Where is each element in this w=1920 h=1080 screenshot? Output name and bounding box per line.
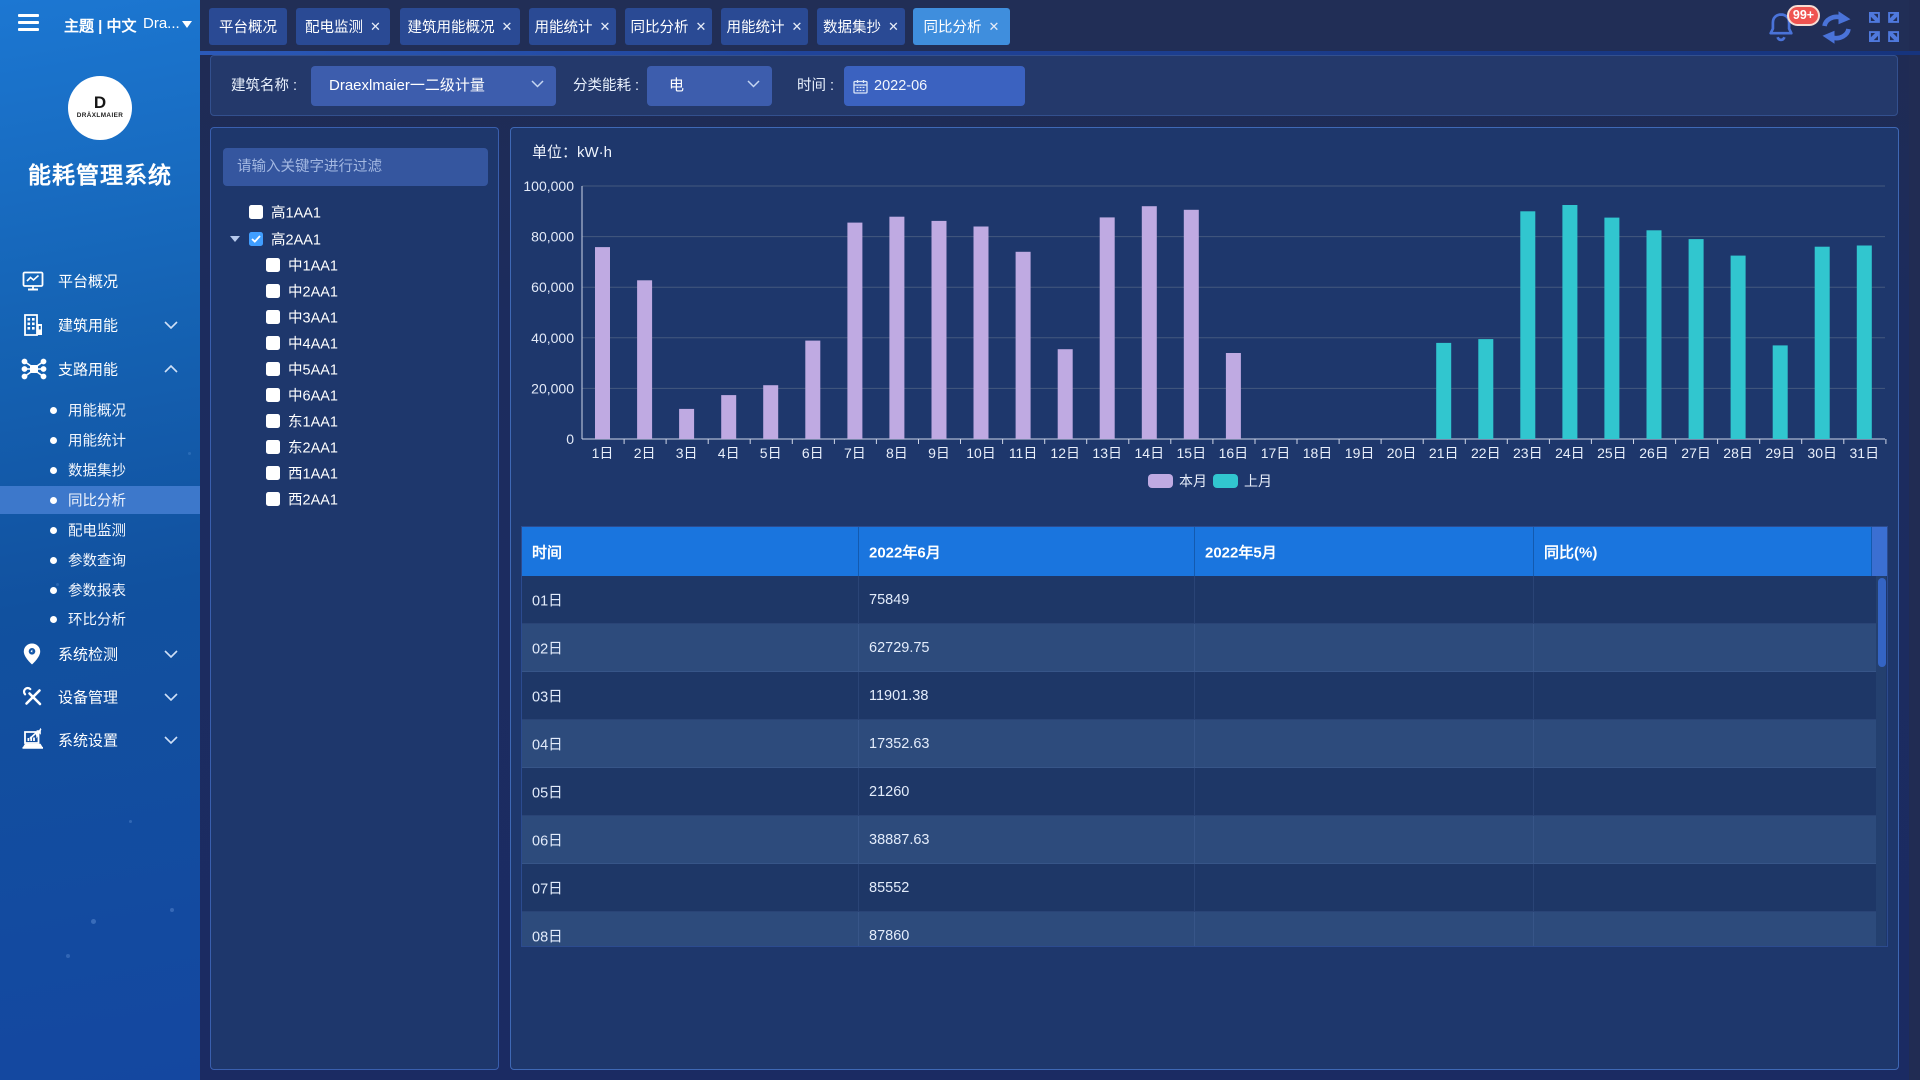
svg-text:5日: 5日 — [760, 445, 782, 461]
svg-text:40,000: 40,000 — [531, 330, 574, 346]
svg-text:18日: 18日 — [1303, 445, 1333, 461]
svg-text:26日: 26日 — [1639, 445, 1669, 461]
svg-text:25日: 25日 — [1597, 445, 1627, 461]
svg-text:8日: 8日 — [886, 445, 908, 461]
svg-text:上月: 上月 — [1244, 473, 1272, 489]
svg-text:13日: 13日 — [1092, 445, 1122, 461]
svg-text:9日: 9日 — [928, 445, 950, 461]
svg-text:27日: 27日 — [1681, 445, 1711, 461]
svg-text:28日: 28日 — [1723, 445, 1753, 461]
svg-text:4日: 4日 — [718, 445, 740, 461]
svg-text:10日: 10日 — [966, 445, 996, 461]
svg-text:14日: 14日 — [1135, 445, 1165, 461]
svg-text:21日: 21日 — [1429, 445, 1459, 461]
svg-text:本月: 本月 — [1179, 473, 1207, 489]
svg-text:20日: 20日 — [1387, 445, 1417, 461]
svg-text:80,000: 80,000 — [531, 229, 574, 245]
svg-text:0: 0 — [566, 431, 574, 447]
svg-text:16日: 16日 — [1219, 445, 1249, 461]
svg-text:19日: 19日 — [1345, 445, 1375, 461]
svg-text:100,000: 100,000 — [523, 178, 574, 194]
svg-text:15日: 15日 — [1177, 445, 1207, 461]
svg-text:17日: 17日 — [1261, 445, 1291, 461]
svg-text:1日: 1日 — [592, 445, 614, 461]
svg-text:31日: 31日 — [1850, 445, 1880, 461]
svg-text:30日: 30日 — [1807, 445, 1837, 461]
svg-text:2日: 2日 — [634, 445, 656, 461]
svg-text:7日: 7日 — [844, 445, 866, 461]
svg-text:20,000: 20,000 — [531, 380, 574, 396]
svg-text:11日: 11日 — [1009, 445, 1038, 461]
svg-text:29日: 29日 — [1765, 445, 1795, 461]
svg-text:3日: 3日 — [676, 445, 698, 461]
svg-text:24日: 24日 — [1555, 445, 1585, 461]
svg-text:23日: 23日 — [1513, 445, 1543, 461]
svg-text:12日: 12日 — [1050, 445, 1080, 461]
svg-text:6日: 6日 — [802, 445, 824, 461]
svg-text:22日: 22日 — [1471, 445, 1501, 461]
svg-text:60,000: 60,000 — [531, 279, 574, 295]
